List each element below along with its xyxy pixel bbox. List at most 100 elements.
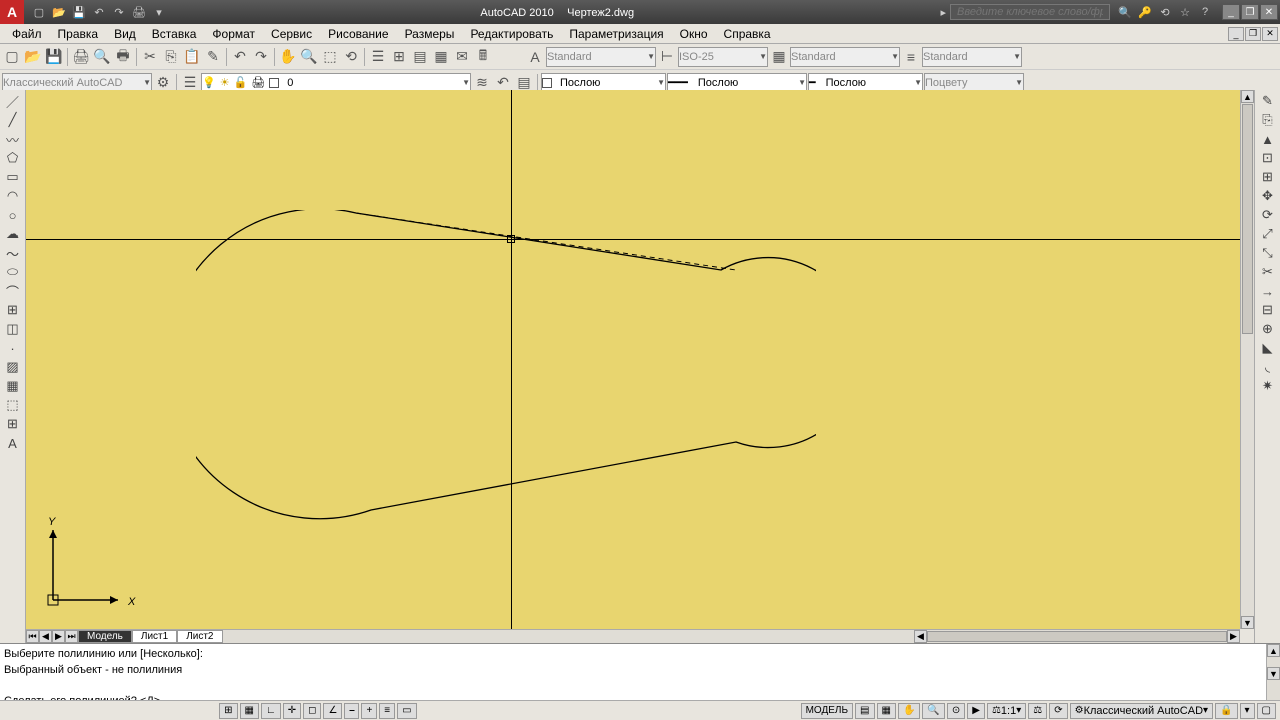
ortho-icon[interactable]: ∟ [261, 703, 281, 719]
explode-icon[interactable]: ✷ [1257, 377, 1279, 395]
menu-window[interactable]: Окно [672, 25, 716, 43]
dropdown-icon[interactable]: ▾ [150, 3, 168, 21]
app-logo[interactable]: A [0, 0, 24, 24]
mtext-icon[interactable]: A [2, 434, 24, 452]
paste-icon[interactable]: 📋 [182, 47, 202, 67]
textstyle-icon[interactable]: A [525, 47, 545, 67]
pan-status-icon[interactable]: ✋ [898, 703, 920, 719]
hardware-accel-icon[interactable]: ▾ [1240, 703, 1255, 719]
annovis-icon[interactable]: ⚖ [1028, 703, 1047, 719]
tab-model[interactable]: Модель [78, 630, 132, 643]
mdi-minimize[interactable]: _ [1228, 27, 1244, 41]
copy-icon[interactable]: ⎘ [161, 47, 181, 67]
mlstyle-icon[interactable]: ≡ [901, 47, 921, 67]
tablestyle-dropdown[interactable]: Standard▼ [790, 47, 900, 67]
clean-screen-icon[interactable]: ▢ [1257, 703, 1276, 719]
dimstyle-icon[interactable]: ⊢ [657, 47, 677, 67]
cmd-scroll-down-icon[interactable]: ▼ [1267, 667, 1280, 680]
comm-icon[interactable]: ⟲ [1156, 3, 1174, 21]
save-icon[interactable]: 💾 [70, 3, 88, 21]
region-icon[interactable]: ⬚ [2, 396, 24, 414]
menu-edit[interactable]: Правка [50, 25, 107, 43]
scroll-thumb-h[interactable] [927, 631, 1227, 642]
scroll-up-icon[interactable]: ▲ [1241, 90, 1254, 103]
scale-icon[interactable]: ⤢ [1257, 225, 1279, 243]
redo-icon[interactable]: ↷ [110, 3, 128, 21]
textstyle-dropdown[interactable]: Standard▼ [546, 47, 656, 67]
mdi-restore[interactable]: ❐ [1245, 27, 1261, 41]
quickview-drawings-icon[interactable]: ▦ [877, 703, 896, 719]
minimize-button[interactable]: _ [1222, 4, 1240, 20]
zoom-win-icon[interactable]: ⬚ [320, 47, 340, 67]
snap-icon[interactable]: ⊞ [219, 703, 237, 719]
ellipse-arc-icon[interactable]: ⌒ [2, 282, 24, 300]
plot-icon[interactable]: 🖨 [71, 47, 91, 67]
offset-icon[interactable]: ⊡ [1257, 149, 1279, 167]
horizontal-scrollbar[interactable]: ⏮ ◀ ▶ ⏭ Модель Лист1 Лист2 ◀ ▶ [26, 629, 1240, 643]
extend-icon[interactable]: → [1257, 282, 1279, 300]
menu-draw[interactable]: Рисование [320, 25, 396, 43]
polygon-icon[interactable]: ⬠ [2, 149, 24, 167]
search-input[interactable] [950, 4, 1110, 20]
toolbar-lock-icon[interactable]: 🔒 [1215, 703, 1237, 719]
zoom-rt-icon[interactable]: 🔍 [299, 47, 319, 67]
open-icon[interactable]: 📂 [23, 47, 43, 67]
pan-icon[interactable]: ✋ [278, 47, 298, 67]
dyn-icon[interactable]: + [361, 703, 377, 719]
showmotion-icon[interactable]: ▶ [967, 703, 985, 719]
help-icon[interactable]: ? [1196, 3, 1214, 21]
rotate-icon[interactable]: ⟳ [1257, 206, 1279, 224]
close-button[interactable]: ✕ [1260, 4, 1278, 20]
undo-icon[interactable]: ↶ [90, 3, 108, 21]
preview-icon[interactable]: 🔍 [92, 47, 112, 67]
move-icon[interactable]: ✥ [1257, 187, 1279, 205]
trim-icon[interactable]: ✂ [1257, 263, 1279, 281]
lwt-icon[interactable]: ≡ [379, 703, 395, 719]
gradient-icon[interactable]: ▦ [2, 377, 24, 395]
grid-icon[interactable]: ▦ [240, 703, 259, 719]
markup-icon[interactable]: ✉ [452, 47, 472, 67]
otrack-icon[interactable]: ∠ [323, 703, 342, 719]
menu-tools[interactable]: Сервис [263, 25, 320, 43]
tab-next-icon[interactable]: ▶ [52, 630, 65, 643]
properties-icon[interactable]: ☰ [368, 47, 388, 67]
publish-icon[interactable]: 🖶 [113, 47, 133, 67]
drawing-canvas[interactable]: X Y [26, 90, 1240, 629]
ducs-icon[interactable]: ⎯ [344, 703, 359, 719]
dcenter-icon[interactable]: ⊞ [389, 47, 409, 67]
tab-layout2[interactable]: Лист2 [177, 630, 222, 643]
tab-last-icon[interactable]: ⏭ [65, 630, 78, 643]
sheetset-icon[interactable]: ▦ [431, 47, 451, 67]
zoom-status-icon[interactable]: 🔍 [922, 703, 944, 719]
polyline-icon[interactable]: 〰 [2, 130, 24, 148]
key-icon[interactable]: 🔑 [1136, 3, 1154, 21]
menu-insert[interactable]: Вставка [144, 25, 205, 43]
match-icon[interactable]: ✎ [203, 47, 223, 67]
scroll-down-icon[interactable]: ▼ [1241, 616, 1254, 629]
menu-dimension[interactable]: Размеры [397, 25, 463, 43]
mlstyle-dropdown[interactable]: Standard▼ [922, 47, 1022, 67]
binoculars-icon[interactable]: 🔍 [1116, 3, 1134, 21]
polar-icon[interactable]: ✛ [283, 703, 301, 719]
open-icon[interactable]: 📂 [50, 3, 68, 21]
tab-first-icon[interactable]: ⏮ [26, 630, 39, 643]
menu-help[interactable]: Справка [716, 25, 779, 43]
fillet-icon[interactable]: ◟ [1257, 358, 1279, 376]
hatch-icon[interactable]: ▨ [2, 358, 24, 376]
tab-prev-icon[interactable]: ◀ [39, 630, 52, 643]
point-icon[interactable]: · [2, 339, 24, 357]
block-icon[interactable]: ◫ [2, 320, 24, 338]
star-icon[interactable]: ☆ [1176, 3, 1194, 21]
tab-layout1[interactable]: Лист1 [132, 630, 177, 643]
qnew-icon[interactable]: ▢ [2, 47, 22, 67]
insert-icon[interactable]: ⊞ [2, 301, 24, 319]
quickcalc-icon[interactable]: 🖩 [473, 47, 493, 67]
cmd-scroll-up-icon[interactable]: ▲ [1267, 644, 1280, 657]
chamfer-icon[interactable]: ◣ [1257, 339, 1279, 357]
undo-icon[interactable]: ↶ [230, 47, 250, 67]
command-text[interactable]: Выберите полилинию или [Несколько]: Выбр… [0, 644, 1266, 700]
qp-icon[interactable]: ▭ [397, 703, 416, 719]
new-icon[interactable]: ▢ [30, 3, 48, 21]
break-icon[interactable]: ⊟ [1257, 301, 1279, 319]
quickview-layouts-icon[interactable]: ▤ [855, 703, 874, 719]
